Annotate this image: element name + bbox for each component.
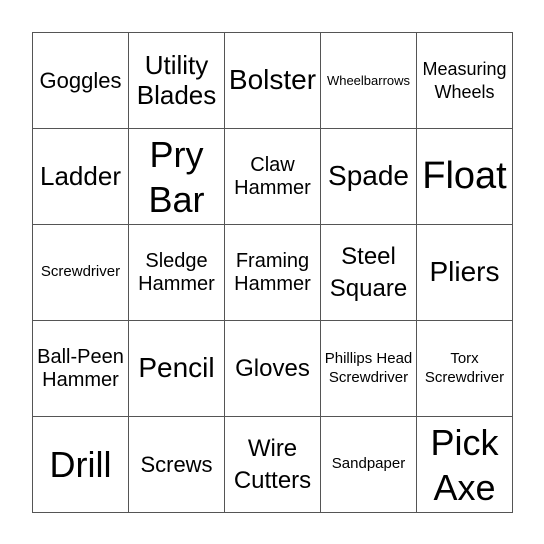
bingo-cell[interactable]: Wire Cutters xyxy=(225,417,321,513)
bingo-cell[interactable]: Float xyxy=(417,129,513,225)
bingo-cell[interactable]: Claw Hammer xyxy=(225,129,321,225)
bingo-cell[interactable]: Pencil xyxy=(129,321,225,417)
bingo-cell[interactable]: Pick Axe xyxy=(417,417,513,513)
bingo-cell[interactable]: Steel Square xyxy=(321,225,417,321)
bingo-cell[interactable]: Pry Bar xyxy=(129,129,225,225)
bingo-cell[interactable]: Gloves xyxy=(225,321,321,417)
bingo-cell[interactable]: Framing Hammer xyxy=(225,225,321,321)
bingo-cell[interactable]: Phillips Head Screwdriver xyxy=(321,321,417,417)
bingo-cell[interactable]: Drill xyxy=(33,417,129,513)
bingo-cell[interactable]: Goggles xyxy=(33,33,129,129)
bingo-cell[interactable]: Spade xyxy=(321,129,417,225)
bingo-cell[interactable]: Screwdriver xyxy=(33,225,129,321)
bingo-cell[interactable]: Sandpaper xyxy=(321,417,417,513)
bingo-cell[interactable]: Torx Screwdriver xyxy=(417,321,513,417)
bingo-cell[interactable]: Utility Blades xyxy=(129,33,225,129)
bingo-cell[interactable]: Sledge Hammer xyxy=(129,225,225,321)
bingo-cell[interactable]: Measuring Wheels xyxy=(417,33,513,129)
bingo-card: Goggles Utility Blades Bolster Wheelbarr… xyxy=(32,32,513,513)
bingo-cell[interactable]: Wheelbarrows xyxy=(321,33,417,129)
bingo-cell[interactable]: Ball-Peen Hammer xyxy=(33,321,129,417)
bingo-cell[interactable]: Bolster xyxy=(225,33,321,129)
bingo-cell[interactable]: Ladder xyxy=(33,129,129,225)
bingo-cell[interactable]: Screws xyxy=(129,417,225,513)
bingo-cell[interactable]: Pliers xyxy=(417,225,513,321)
